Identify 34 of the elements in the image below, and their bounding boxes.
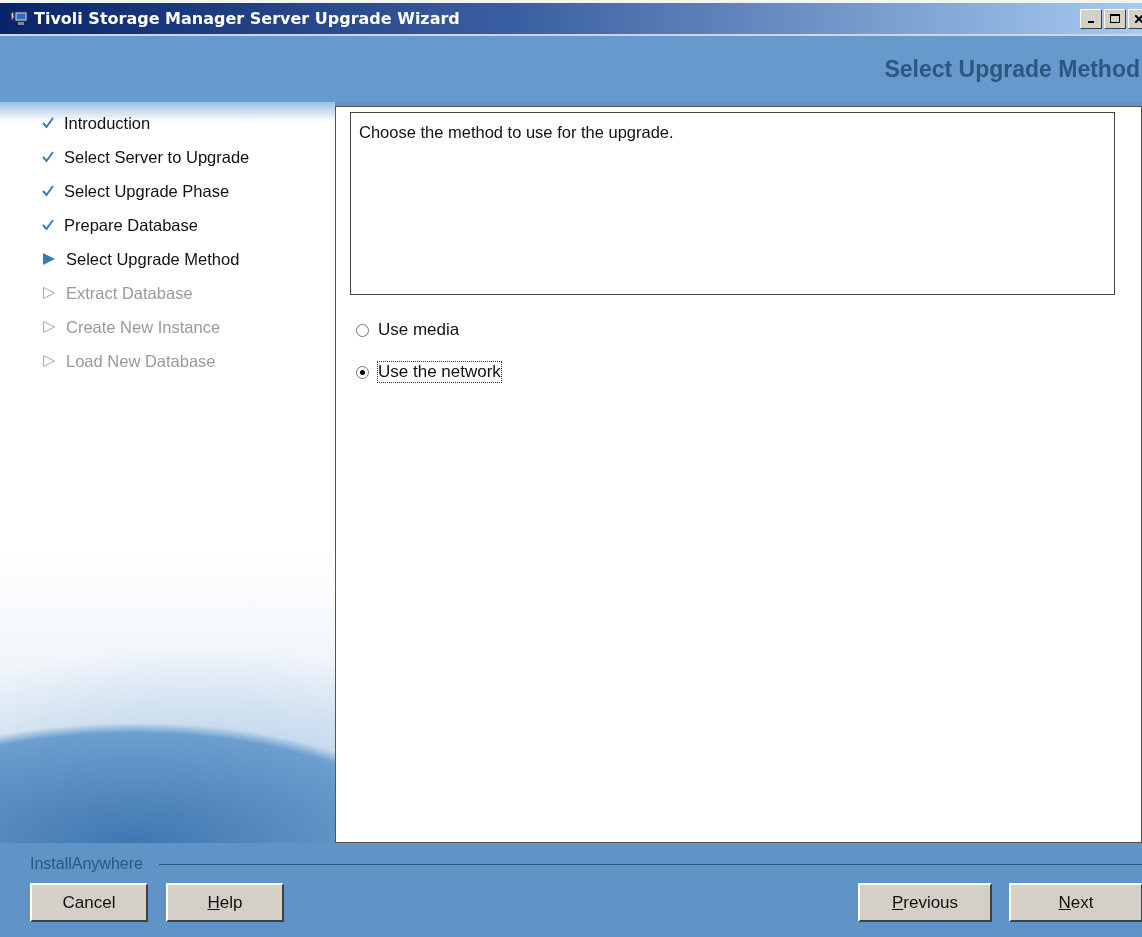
checkmark-icon <box>42 219 54 231</box>
arrow-icon <box>42 252 56 266</box>
previous-button[interactable]: Previous <box>858 883 992 922</box>
step-label: Create New Instance <box>66 317 221 337</box>
checkmark-icon <box>42 117 54 129</box>
checkmark-icon <box>42 185 54 197</box>
maximize-button[interactable] <box>1104 8 1126 29</box>
arrow-icon <box>42 354 56 368</box>
step-label: Introduction <box>64 113 151 133</box>
cancel-button[interactable]: Cancel <box>30 883 148 922</box>
computer-icon <box>10 10 28 27</box>
step-label: Select Upgrade Method <box>66 249 240 269</box>
next-button[interactable]: Next <box>1009 883 1142 922</box>
arrow-icon <box>42 286 56 300</box>
step-label: Load New Database <box>66 351 216 371</box>
step-label: Extract Database <box>66 283 193 303</box>
window-title: Tivoli Storage Manager Server Upgrade Wizard <box>34 9 461 28</box>
checkmark-icon <box>42 151 54 163</box>
arrow-icon <box>42 320 56 334</box>
option-label[interactable]: Use media <box>377 319 461 341</box>
step-label: Prepare Database <box>64 215 198 235</box>
close-icon <box>1135 14 1142 23</box>
page-title: Select Upgrade Method <box>884 55 1140 83</box>
minimize-icon <box>1088 20 1094 23</box>
maximize-icon <box>1110 14 1120 23</box>
brand-label: InstallAnywhere <box>30 855 143 873</box>
radio-button[interactable] <box>356 365 369 379</box>
radio-button[interactable] <box>356 323 369 337</box>
step-label: Select Upgrade Phase <box>64 181 230 201</box>
help-button[interactable]: Help <box>166 883 284 922</box>
minimize-button[interactable] <box>1080 8 1102 29</box>
step-label: Select Server to Upgrade <box>64 147 250 167</box>
description-text: Choose the method to use for the upgrade. <box>359 123 674 141</box>
option-label[interactable]: Use the network <box>377 361 502 383</box>
